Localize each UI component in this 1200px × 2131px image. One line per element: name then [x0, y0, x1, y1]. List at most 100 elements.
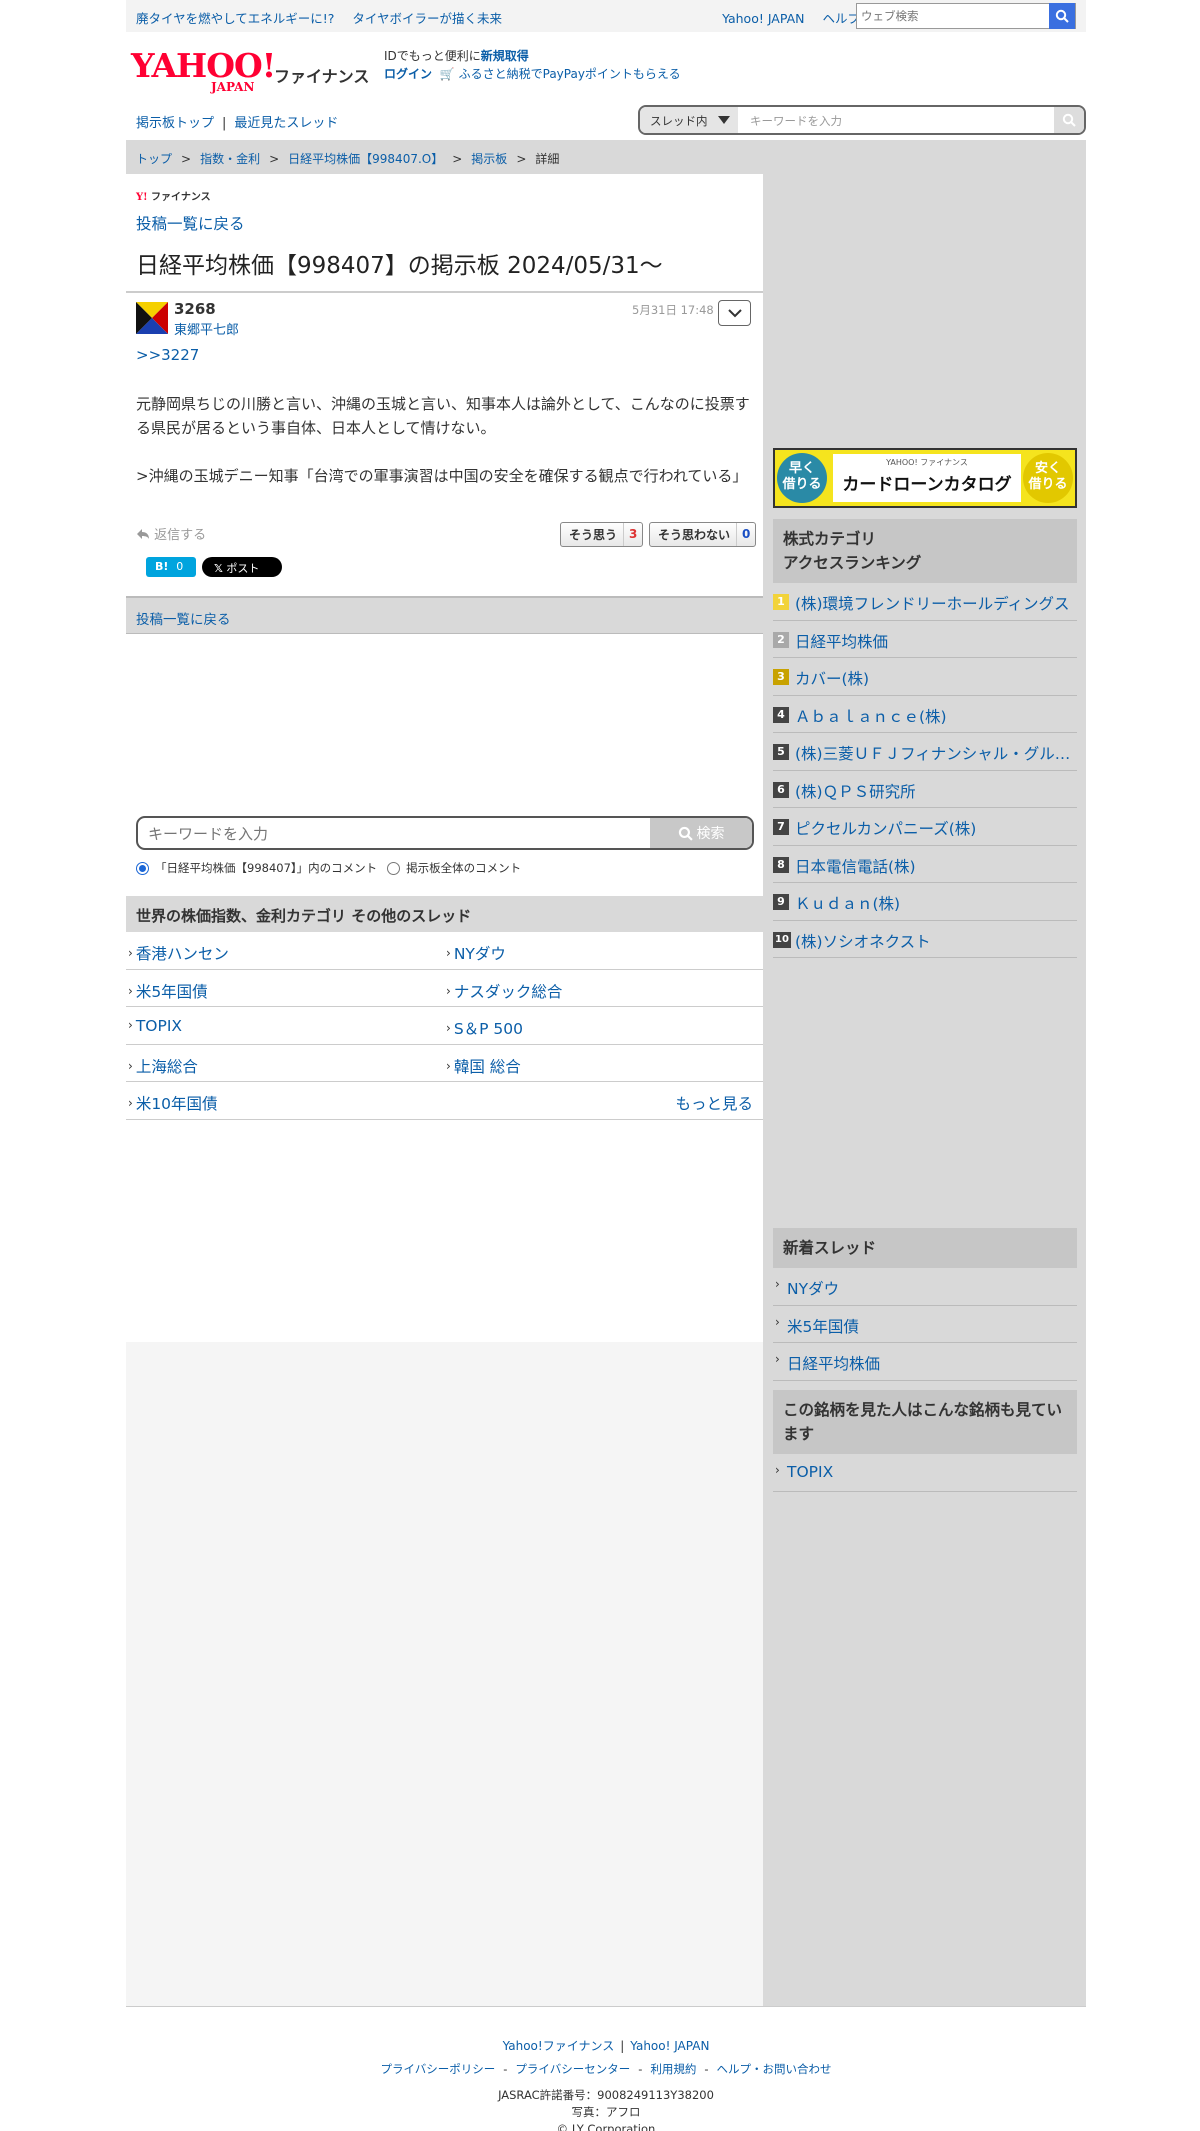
category-link[interactable]: 香港ハンセン [128, 942, 229, 964]
thread-search-input[interactable]: キーワードを入力 [750, 113, 842, 129]
login-link[interactable]: ログイン [384, 67, 432, 81]
ranking-link[interactable]: ピクセルカンパニーズ(株) [795, 817, 1075, 839]
ranking-link[interactable]: (株)ＱＰＳ研究所 [795, 780, 1075, 802]
ranking-item[interactable]: 2 日経平均株価 [773, 621, 1077, 658]
ranking-list: 1 (株)環境フレンドリーホールディングス 2 日経平均株価 3 カバー(株) 4 Ａｂａｌａ… [773, 583, 1077, 958]
ranking-item[interactable]: 8 日本電信電話(株) [773, 846, 1077, 883]
breadcrumb-top[interactable]: トップ [136, 152, 172, 166]
category-link[interactable]: 上海総合 [128, 1055, 198, 1077]
new-thread-link[interactable]: 日経平均株価 [787, 1352, 880, 1374]
also-viewed-heading: この銘柄を見た人はこんな銘柄も見ています [773, 1390, 1077, 1454]
ranking-link[interactable]: (株)三菱ＵＦＪフィナンシャル・グループ [795, 742, 1075, 764]
privacy-policy-link[interactable]: プライバシーポリシー [380, 2062, 495, 2076]
ranking-link[interactable]: Ｋｕｄａｎ(株) [795, 892, 1075, 914]
thread-search-button[interactable] [1054, 107, 1084, 133]
yahoo-finance-logo[interactable]: YAHOO! JAPAN ファイナンス [131, 46, 369, 94]
sidebar: 早く 借りる YAHOO! ファイナンス カードローンカタログ 安く 借りる 株… [763, 174, 1086, 2006]
ranking-item[interactable]: 7 ピクセルカンパニーズ(株) [773, 808, 1077, 846]
rank-number-badge: 2 [773, 631, 789, 648]
back-to-list-link-bottom[interactable]: 投稿一覧に戻る [136, 608, 231, 628]
comment-search-input[interactable] [148, 824, 628, 844]
list-row: 上海総合 韓国 総合 [126, 1045, 763, 1082]
promo-link-1[interactable]: 廃タイヤを燃やしてエネルギーに!? [136, 11, 334, 26]
category-link[interactable]: NYダウ [446, 942, 506, 964]
reply-label: 返信する [154, 528, 207, 543]
ranking-item[interactable]: 5 (株)三菱ＵＦＪフィナンシャル・グループ [773, 733, 1077, 771]
anchor-link[interactable]: >>3227 [136, 346, 199, 364]
post-menu-button[interactable] [718, 300, 751, 326]
search-button-label: 検索 [696, 826, 725, 842]
agree-button[interactable]: そう思う 3 [560, 522, 644, 547]
ranking-item[interactable]: 9 Ｋｕｄａｎ(株) [773, 883, 1077, 921]
also-viewed-item[interactable]: TOPIX [773, 1454, 1077, 1492]
radio-this-board[interactable]: 「日経平均株価【998407】」内のコメント [136, 860, 377, 876]
back-to-list-link[interactable]: 投稿一覧に戻る [136, 212, 245, 234]
search-icon [1055, 9, 1069, 23]
promo-link-2[interactable]: タイヤボイラーが描く未来 [352, 11, 502, 26]
ranking-link[interactable]: (株)ソシオネクスト [795, 930, 1075, 952]
new-thread-item[interactable]: 米5年国債 [773, 1306, 1077, 1343]
search-scope-value: スレッド内 [650, 114, 708, 128]
dropdown-arrow-icon [718, 116, 730, 124]
more-link[interactable]: もっと見る [675, 1092, 753, 1114]
disagree-button[interactable]: そう思わない 0 [649, 522, 757, 547]
category-link[interactable]: ナスダック総合 [446, 980, 563, 1002]
terms-link[interactable]: 利用規約 [650, 2062, 696, 2076]
web-search-button[interactable] [1049, 3, 1075, 29]
breadcrumb-index[interactable]: 指数・金利 [200, 152, 260, 166]
new-thread-item[interactable]: NYダウ [773, 1268, 1077, 1306]
privacy-center-link[interactable]: プライバシーセンター [515, 2062, 630, 2076]
top-bar: 廃タイヤを燃やしてエネルギーに!? タイヤボイラーが描く未来 Yahoo! JA… [126, 0, 1086, 32]
ad-title: カードローンカタログ [842, 475, 1012, 495]
footer-finance-link[interactable]: Yahoo!ファイナンス [503, 2039, 615, 2053]
recent-threads-link[interactable]: 最近見たスレッド [234, 116, 338, 131]
footer: Yahoo!ファイナンス | Yahoo! JAPAN プライバシーポリシー - プライ… [126, 2006, 1086, 2131]
hatena-bookmark-button[interactable]: B! 0 [146, 557, 196, 577]
brand-small-text: ファイナンス [151, 192, 211, 203]
nav-separator: | [222, 116, 227, 131]
category-link[interactable]: S＆P 500 [446, 1017, 523, 1039]
web-search-input[interactable] [857, 4, 1051, 28]
radio-all-boards[interactable]: 掲示板全体のコメント [387, 860, 521, 876]
ranking-item[interactable]: 10 (株)ソシオネクスト [773, 921, 1077, 958]
new-thread-link[interactable]: 米5年国債 [787, 1315, 859, 1337]
ranking-link[interactable]: カバー(株) [795, 667, 1075, 689]
rank-number-badge: 1 [773, 594, 789, 610]
signup-link[interactable]: 新規取得 [481, 49, 529, 63]
card-loan-ad-banner[interactable]: 早く 借りる YAHOO! ファイナンス カードローンカタログ 安く 借りる [773, 448, 1077, 508]
search-icon [678, 826, 693, 841]
furusato-link[interactable]: ふるさと納税でPayPayポイントもらえる [459, 67, 681, 81]
help-link[interactable]: ヘルプ [822, 11, 860, 26]
ranking-link[interactable]: 日本電信電話(株) [795, 855, 1075, 877]
new-thread-link[interactable]: NYダウ [787, 1277, 839, 1299]
ranking-item[interactable]: 3 カバー(株) [773, 658, 1077, 696]
ranking-link[interactable]: Ａｂａｌａｎｃｅ(株) [795, 705, 1075, 727]
category-link[interactable]: TOPIX [128, 1017, 182, 1035]
category-link[interactable]: 韓国 総合 [446, 1055, 521, 1077]
rank-number-badge: 10 [773, 931, 791, 948]
category-link[interactable]: 米5年国債 [128, 980, 208, 1002]
footer-yahoo-link[interactable]: Yahoo! JAPAN [630, 2039, 709, 2053]
x-post-button[interactable]: 𝕏 ポスト [202, 557, 282, 577]
breadcrumb-stock[interactable]: 日経平均株価【998407.O】 [288, 152, 443, 166]
search-scope-select[interactable]: スレッド内 [640, 107, 738, 133]
ranking-link[interactable]: 日経平均株価 [795, 630, 1075, 652]
comment-search-button[interactable]: 検索 [650, 818, 752, 848]
board-top-link[interactable]: 掲示板トップ [136, 116, 214, 131]
ranking-item[interactable]: 4 Ａｂａｌａｎｃｅ(株) [773, 696, 1077, 733]
category-link[interactable]: 米10年国債 [128, 1092, 218, 1114]
reply-icon [137, 529, 149, 539]
new-thread-item[interactable]: 日経平均株価 [773, 1343, 1077, 1381]
reply-button[interactable]: 返信する [136, 524, 206, 543]
yahoo-japan-link[interactable]: Yahoo! JAPAN [722, 11, 804, 26]
ranking-link[interactable]: (株)環境フレンドリーホールディングス [795, 592, 1075, 614]
list-row: 米5年国債 ナスダック総合 [126, 970, 763, 1007]
ranking-item[interactable]: 6 (株)ＱＰＳ研究所 [773, 771, 1077, 808]
ranking-item[interactable]: 1 (株)環境フレンドリーホールディングス [773, 583, 1077, 621]
breadcrumb-board[interactable]: 掲示板 [471, 152, 507, 166]
help-contact-link[interactable]: ヘルプ・お問い合わせ [717, 2062, 832, 2076]
user-name-link[interactable]: 東郷平七郎 [174, 319, 239, 338]
ad-brand: YAHOO! ファイナンス [886, 458, 968, 467]
rank-number-badge: 3 [773, 669, 789, 685]
also-viewed-link[interactable]: TOPIX [787, 1463, 833, 1481]
